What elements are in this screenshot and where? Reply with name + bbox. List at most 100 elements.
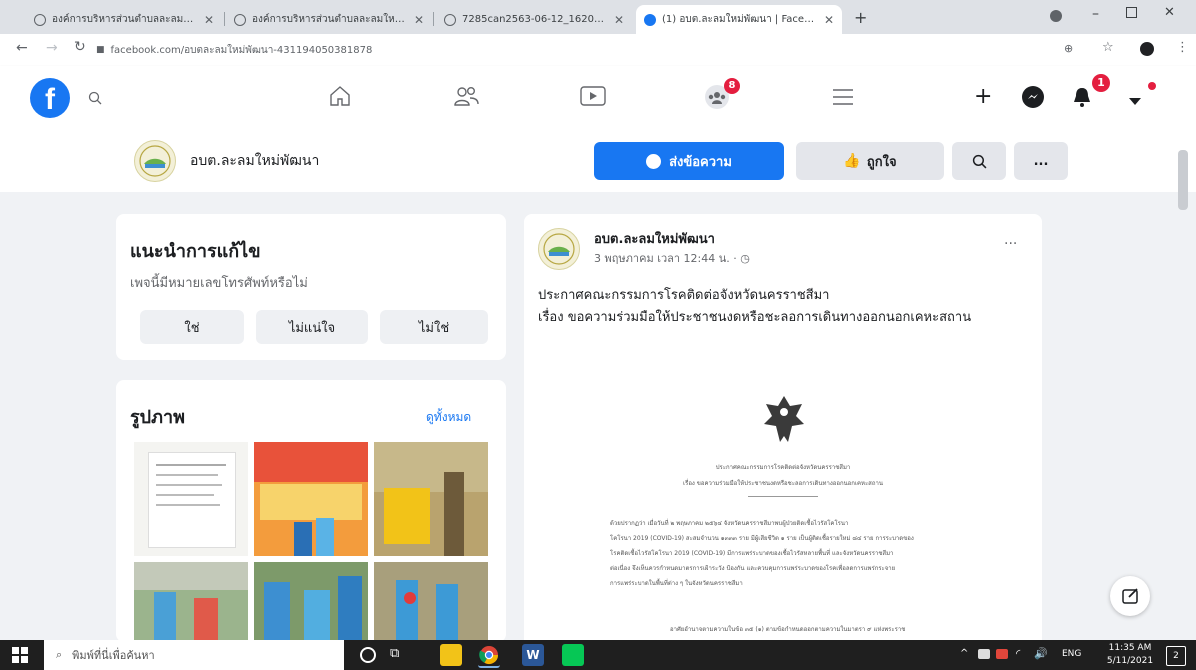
browser-tab-strip: องค์การบริหารส่วนตำบลละลมใหม่พัฒ ✕ องค์ก…	[0, 0, 1196, 34]
volume-icon[interactable]: 🔊	[1034, 647, 1048, 660]
compose-icon	[1122, 588, 1138, 604]
photo-thumbnail[interactable]	[254, 442, 368, 556]
search-icon	[972, 154, 986, 168]
answer-no-button[interactable]: ไม่ใช่	[380, 310, 488, 344]
browser-tab-1[interactable]: องค์การบริหารส่วนตำบลละลมใหม่พัฒ ✕	[26, 5, 222, 34]
page-more-button[interactable]: ...	[1014, 142, 1068, 180]
url-text: facebook.com/อบตละลมใหม่พัฒนา-4311940503…	[110, 44, 373, 56]
tab-title: (1) อบต.ละลมใหม่พัฒนา | Facebook	[662, 14, 818, 25]
facebook-top-bar: f 8 + 1	[0, 66, 1196, 130]
lock-icon: ■	[96, 45, 105, 55]
send-message-label: ส่งข้อความ	[669, 154, 732, 170]
back-arrow-icon[interactable]: ←	[16, 40, 28, 56]
clock-time: 11:35 AM	[1108, 643, 1152, 653]
tray-app-icon[interactable]	[978, 649, 990, 659]
task-view-icon[interactable]: ⧉	[390, 646, 399, 661]
new-tab-button[interactable]: +	[854, 8, 867, 27]
post-text-line-2: เรื่อง ขอความร่วมมือให้ประชาชนงดหรือชะลอ…	[538, 310, 972, 325]
profile-avatar-icon[interactable]	[1050, 10, 1062, 22]
maximize-button[interactable]	[1126, 7, 1137, 18]
friends-icon[interactable]	[452, 84, 480, 112]
kebab-menu-icon[interactable]: ⋮	[1176, 40, 1189, 55]
post-author-avatar[interactable]	[538, 228, 580, 270]
tray-overflow-icon[interactable]: ^	[960, 648, 968, 659]
new-message-button[interactable]	[1110, 576, 1150, 616]
create-plus-icon[interactable]: +	[974, 86, 992, 108]
tab-title: 7285can2563-06-12_162053pk.p	[462, 14, 608, 25]
post-document-image[interactable]: ประกาศคณะกรรมการโรคติดต่อจังหวัดนครราชสี…	[524, 354, 1042, 642]
file-explorer-icon[interactable]	[440, 644, 462, 666]
page-search-button[interactable]	[952, 142, 1006, 180]
post-timestamp[interactable]: 3 พฤษภาคม เวลา 12:44 น. · ◷	[594, 249, 750, 267]
photo-thumbnail[interactable]	[134, 562, 248, 642]
messenger-icon[interactable]	[1022, 86, 1044, 108]
wifi-icon[interactable]: ◜	[1016, 647, 1020, 660]
search-icon[interactable]	[88, 90, 102, 109]
watch-icon[interactable]	[580, 86, 606, 110]
taskbar-search-box[interactable]: ⌕ พิมพ์ที่นี่เพื่อค้นหา	[44, 640, 344, 670]
word-icon[interactable]: W	[522, 644, 544, 666]
post-more-button[interactable]: ···	[1004, 236, 1017, 252]
clock-date: 5/11/2021	[1106, 656, 1154, 666]
photo-thumbnail[interactable]	[374, 562, 488, 642]
minimize-button[interactable]: –	[1092, 6, 1099, 22]
garuda-emblem-icon	[762, 392, 806, 452]
taskbar-search-placeholder: พิมพ์ที่นี่เพื่อค้นหา	[72, 649, 155, 662]
language-indicator[interactable]: ENG	[1062, 649, 1081, 659]
tab-title: องค์การบริหารส่วนตำบลละลมใหม่พัฒ	[252, 14, 408, 25]
windows-start-icon[interactable]	[12, 647, 28, 667]
account-alert-dot	[1148, 82, 1156, 90]
clock[interactable]: 11:35 AM 5/11/2021	[1100, 642, 1160, 668]
notifications-badge: 1	[1092, 74, 1110, 92]
photos-card: รูปภาพ ดูทั้งหมด	[116, 380, 506, 642]
close-tab-icon[interactable]: ✕	[204, 13, 214, 27]
doc-subtitle: เรื่อง ขอความร่วมมือให้ประชาชนงดหรือชะลอ…	[683, 480, 883, 487]
close-window-button[interactable]: ✕	[1164, 5, 1175, 20]
close-tab-icon[interactable]: ✕	[824, 13, 834, 27]
close-tab-icon[interactable]: ✕	[414, 13, 424, 27]
omnibox[interactable]: ■ facebook.com/อบตละลมใหม่พัฒนา-43119405…	[96, 40, 1146, 60]
post-text-line-1: ประกาศคณะกรรมการโรคติดต่อจังหวัดนครราชสี…	[538, 288, 830, 303]
groups-badge: 8	[724, 78, 740, 94]
tray-app-icon[interactable]	[996, 649, 1008, 659]
tab-title: องค์การบริหารส่วนตำบลละลมใหม่พัฒ	[52, 14, 198, 25]
line-app-icon[interactable]	[562, 644, 584, 666]
see-all-photos-link[interactable]: ดูทั้งหมด	[426, 408, 471, 427]
doc-footer: อาศัยอำนาจตามความในข้อ ๓๕ (๑) ตามข้อกำหน…	[670, 626, 906, 633]
doc-title: ประกาศคณะกรรมการโรคติดต่อจังหวัดนครราชสี…	[715, 464, 851, 471]
notifications-bell-icon[interactable]	[1072, 86, 1092, 112]
page-scrollbar[interactable]	[1178, 150, 1188, 210]
browser-tab-4-active[interactable]: (1) อบต.ละลมใหม่พัฒนา | Facebook ✕	[636, 5, 842, 34]
photo-thumbnail[interactable]	[254, 562, 368, 642]
page-avatar[interactable]	[134, 140, 176, 182]
account-chevron-down-icon[interactable]	[1128, 92, 1142, 111]
forward-arrow-icon[interactable]: →	[46, 40, 58, 56]
chrome-icon[interactable]	[478, 644, 500, 668]
messenger-icon	[646, 153, 662, 169]
thumbs-up-icon: 👍	[843, 153, 861, 169]
photo-thumbnail[interactable]	[374, 442, 488, 556]
photos-title: รูปภาพ	[130, 407, 185, 428]
close-tab-icon[interactable]: ✕	[614, 13, 624, 27]
cortana-icon[interactable]	[360, 647, 376, 663]
doc-body: ด้วยปรากฏว่า เมื่อวันที่ ๒ พฤษภาคม ๒๕๖๔ …	[610, 520, 914, 587]
send-message-button[interactable]: ส่งข้อความ	[594, 142, 784, 180]
post-author-name[interactable]: อบต.ละลมใหม่พัฒนา	[594, 228, 715, 249]
home-icon[interactable]	[328, 84, 352, 112]
post-card: อบต.ละลมใหม่พัฒนา 3 พฤษภาคม เวลา 12:44 น…	[524, 214, 1042, 642]
browser-tab-2[interactable]: องค์การบริหารส่วนตำบลละลมใหม่พัฒ ✕	[226, 5, 432, 34]
more-label: ...	[1033, 153, 1049, 169]
like-label: ถูกใจ	[866, 154, 897, 170]
globe-icon	[34, 13, 46, 26]
windows-taskbar: ⌕ พิมพ์ที่นี่เพื่อค้นหา ⧉ W ^ ◜ 🔊 ENG 11…	[0, 640, 1196, 670]
action-center-icon[interactable]: 2	[1166, 646, 1186, 666]
menu-icon[interactable]	[832, 88, 854, 110]
browser-tab-3[interactable]: 7285can2563-06-12_162053pk.p ✕	[436, 5, 632, 34]
answer-yes-button[interactable]: ใช่	[140, 310, 244, 344]
facebook-logo-icon[interactable]: f	[30, 78, 70, 118]
answer-not-sure-button[interactable]: ไม่แน่ใจ	[256, 310, 368, 344]
reload-icon[interactable]: ↻	[74, 39, 86, 55]
like-page-button[interactable]: 👍 ถูกใจ	[796, 142, 944, 180]
page-name[interactable]: อบต.ละลมใหม่พัฒนา	[190, 150, 319, 172]
photo-thumbnail[interactable]	[134, 442, 248, 556]
